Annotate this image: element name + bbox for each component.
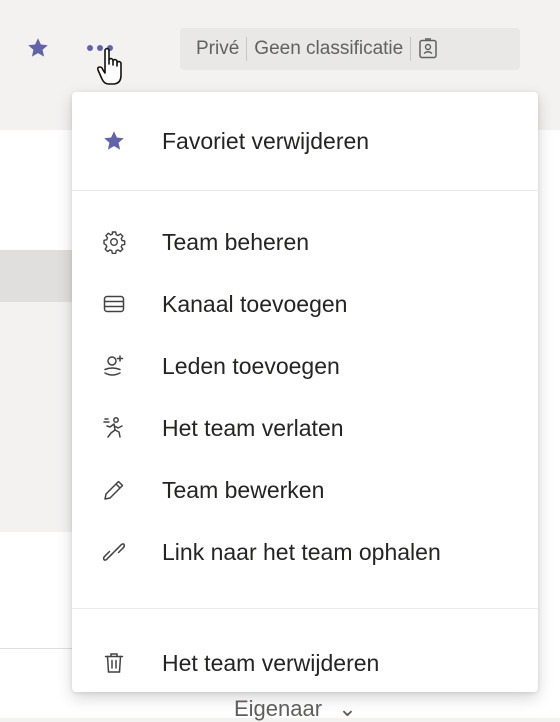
owner-column-header[interactable]: Eigenaar ⌄: [234, 696, 357, 722]
menu-divider: [72, 608, 538, 609]
classification-label: Geen classificatie: [254, 38, 404, 59]
menu-item-remove-favorite[interactable]: Favoriet verwijderen: [72, 115, 538, 167]
favorite-star-icon[interactable]: [26, 36, 50, 60]
menu-item-label: Het team verwijderen: [162, 649, 380, 676]
privacy-label: Privé: [196, 38, 240, 59]
add-person-icon: [104, 355, 124, 376]
chevron-down-icon: ⌄: [338, 696, 357, 721]
menu-item-label: Team bewerken: [162, 476, 325, 503]
menu-divider: [72, 190, 538, 191]
gear-icon: [103, 231, 126, 254]
leave-icon: [103, 417, 123, 438]
pencil-icon: [104, 480, 124, 500]
side-panel-bg: [0, 302, 80, 532]
menu-item-label: Favoriet verwijderen: [162, 127, 370, 154]
owner-label: Eigenaar: [234, 696, 323, 721]
menu-item-label: Leden toevoegen: [162, 352, 340, 379]
team-options-menu: Favoriet verwijderen Team beheren Kanaal…: [72, 92, 538, 692]
menu-item-label: Kanaal toevoegen: [162, 290, 348, 317]
trash-icon: [104, 653, 124, 673]
star-icon: [104, 131, 124, 150]
menu-item-add-members[interactable]: Leden toevoegen: [72, 340, 538, 392]
menu-item-label: Het team verlaten: [162, 414, 344, 441]
team-info-pill: Privé Geen classificatie: [180, 28, 520, 70]
channel-icon: [103, 295, 125, 313]
link-icon: [102, 543, 126, 561]
menu-item-edit-team[interactable]: Team bewerken: [72, 464, 538, 516]
menu-item-add-channel[interactable]: Kanaal toevoegen: [72, 278, 538, 330]
row-divider: [0, 648, 80, 649]
menu-item-leave-team[interactable]: Het team verlaten: [72, 402, 538, 454]
menu-item-label: Link naar het team ophalen: [162, 538, 441, 565]
menu-item-label: Team beheren: [162, 228, 310, 255]
hand-cursor-icon: [96, 47, 122, 85]
pill-separator: [410, 37, 412, 61]
pill-separator: [246, 37, 248, 61]
menu-item-manage-team[interactable]: Team beheren: [72, 216, 538, 268]
selected-row-bg: [0, 250, 80, 302]
menu-item-delete-team[interactable]: Het team verwijderen: [72, 637, 538, 689]
menu-item-get-link[interactable]: Link naar het team ophalen: [72, 526, 538, 578]
contact-card-icon[interactable]: [418, 38, 438, 60]
